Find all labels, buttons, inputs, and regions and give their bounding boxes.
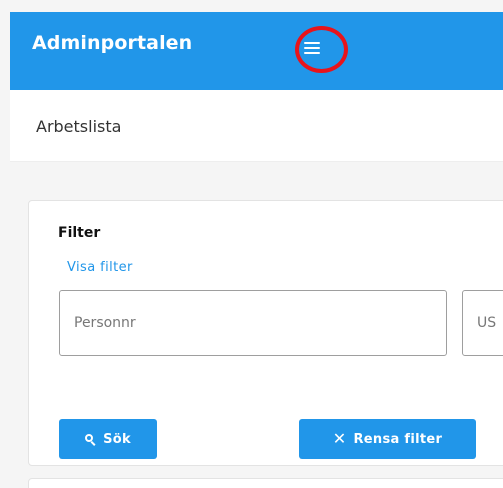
search-icon: [85, 433, 96, 446]
personnr-input[interactable]: [59, 290, 447, 356]
menu-bar: [304, 52, 320, 54]
close-icon: ✕: [332, 429, 347, 448]
filter-card: Filter Visa filter Sök ✕ Rensa filter: [28, 200, 503, 466]
hamburger-menu-icon[interactable]: [299, 35, 325, 61]
brand-title[interactable]: Adminportalen: [32, 32, 192, 54]
us-input[interactable]: [462, 290, 503, 356]
top-navbar: Adminportalen: [10, 12, 503, 90]
page-title: Arbetslista: [36, 117, 122, 136]
filter-heading: Filter: [58, 225, 101, 241]
clear-filter-button[interactable]: ✕ Rensa filter: [299, 419, 476, 459]
show-filter-link[interactable]: Visa filter: [67, 260, 133, 275]
app-frame: Adminportalen Arbetslista Filter Visa fi…: [10, 12, 503, 488]
menu-bar: [304, 42, 320, 44]
menu-bar: [304, 47, 320, 49]
search-button[interactable]: Sök: [59, 419, 157, 459]
search-button-label: Sök: [103, 431, 131, 447]
clear-filter-label: Rensa filter: [353, 431, 443, 447]
results-card: [28, 478, 503, 488]
page-header: Arbetslista: [10, 90, 503, 162]
